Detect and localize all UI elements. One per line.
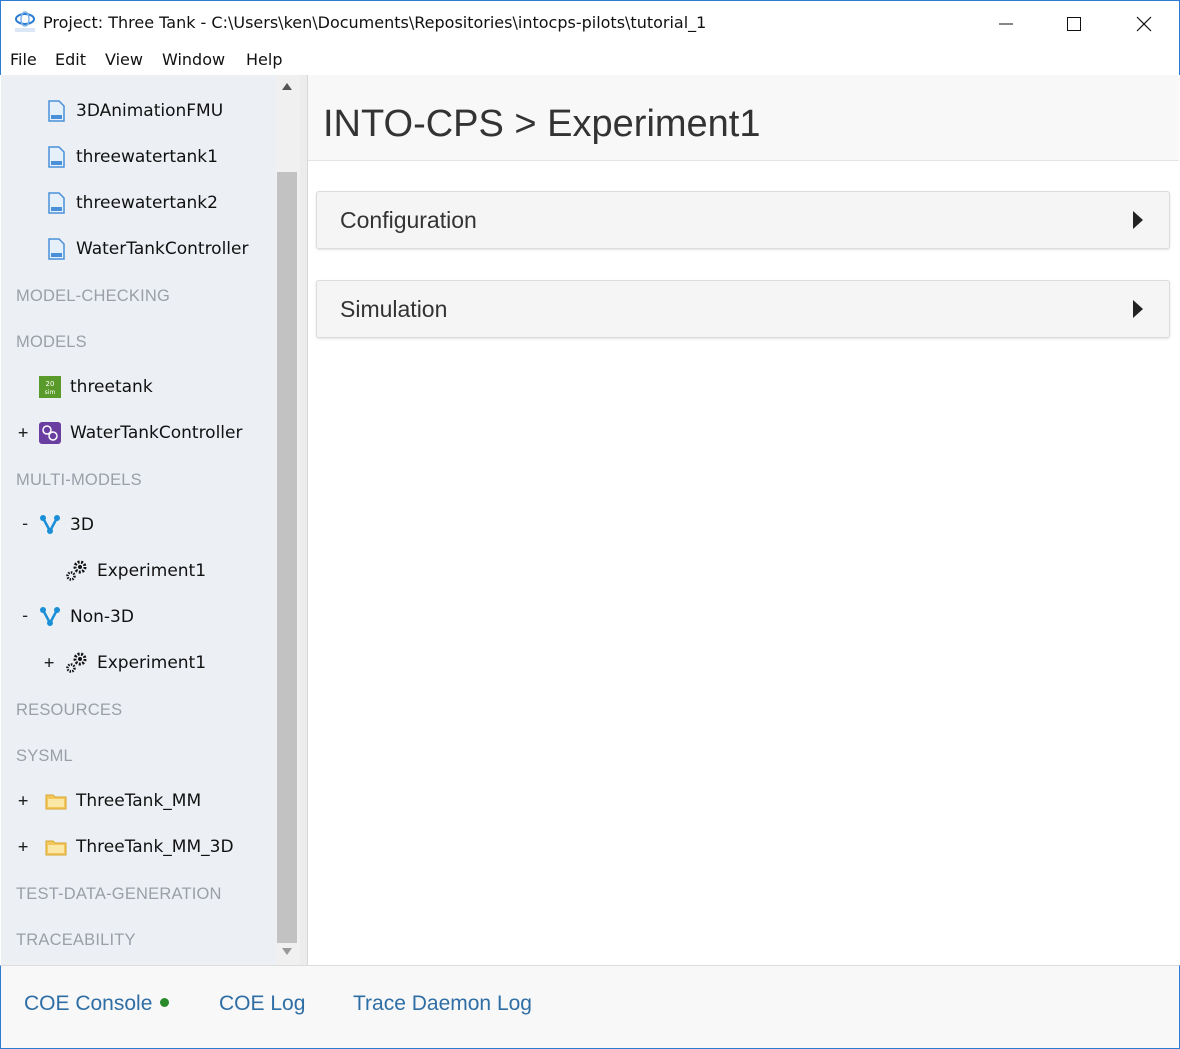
file-icon	[48, 238, 65, 260]
sidebar-scrollbar[interactable]	[276, 75, 300, 965]
folder-icon	[45, 840, 67, 856]
tree-item-label: ThreeTank_MM	[76, 791, 202, 811]
tree-item-multimodel[interactable]: 3D	[38, 510, 94, 540]
tree-item-label: threetank	[70, 377, 153, 397]
expand-toggle[interactable]: +	[18, 791, 28, 811]
file-icon	[48, 100, 65, 122]
menu-bar: File Edit View Window Help	[0, 45, 1180, 75]
expand-toggle[interactable]: +	[18, 423, 28, 443]
section-multi-models[interactable]: MULTI-MODELS	[16, 471, 142, 490]
main-content: INTO-CPS > Experiment1 Configuration Sim…	[308, 75, 1179, 965]
section-resources[interactable]: RESOURCES	[16, 701, 122, 720]
pane-splitter[interactable]	[300, 75, 308, 965]
tree-item-label: threewatertank2	[76, 193, 218, 213]
scroll-down-arrow-icon[interactable]	[282, 948, 292, 955]
section-test-data-generation[interactable]: TEST-DATA-GENERATION	[16, 885, 222, 904]
close-button[interactable]	[1121, 1, 1167, 46]
menu-help[interactable]: Help	[246, 50, 282, 69]
expand-arrow-icon[interactable]	[1133, 211, 1143, 229]
tree-item-label: ThreeTank_MM_3D	[76, 837, 234, 857]
expand-arrow-icon[interactable]	[1133, 300, 1143, 318]
coe-console-label: COE Console	[24, 992, 153, 1015]
tree-item-label: Non-3D	[70, 607, 134, 627]
svg-text:sim: sim	[45, 389, 56, 396]
maximize-button[interactable]	[1051, 1, 1097, 46]
tree-item-label: WaterTankController	[76, 239, 249, 259]
menu-edit[interactable]: Edit	[55, 50, 86, 69]
section-models[interactable]: MODELS	[16, 333, 87, 352]
tree-item-experiment[interactable]: Experiment1	[65, 648, 206, 678]
coe-log-link[interactable]: COE Log	[219, 992, 305, 1016]
trace-daemon-log-link[interactable]: Trace Daemon Log	[353, 992, 532, 1016]
tree-item-experiment[interactable]: Experiment1	[65, 556, 206, 586]
window-title: Project: Three Tank - C:\Users\ken\Docum…	[43, 13, 707, 32]
svg-text:20: 20	[46, 380, 55, 388]
file-icon	[48, 192, 65, 214]
menu-file[interactable]: File	[10, 50, 37, 69]
project-browser: 3DAnimationFMU threewatertank1 threewate…	[1, 75, 276, 965]
title-bar: Project: Three Tank - C:\Users\ken\Docum…	[0, 0, 1180, 45]
tree-item-fmu[interactable]: threewatertank1	[44, 142, 218, 172]
file-icon	[48, 146, 65, 168]
configuration-panel[interactable]: Configuration	[316, 191, 1170, 249]
expand-toggle[interactable]: +	[44, 653, 54, 673]
overture-icon	[39, 422, 61, 444]
menu-view[interactable]: View	[105, 50, 143, 69]
tree-item-fmu[interactable]: 3DAnimationFMU	[44, 96, 223, 126]
status-dot-icon	[160, 997, 170, 1007]
multimodel-icon	[40, 607, 60, 626]
panel-heading: Configuration	[340, 207, 477, 233]
tree-item-label: Experiment1	[97, 653, 207, 673]
maximize-icon	[1067, 16, 1081, 31]
tree-item-model[interactable]: 20 sim threetank	[38, 372, 153, 402]
folder-icon	[45, 794, 67, 810]
tree-item-sysml[interactable]: ThreeTank_MM_3D	[44, 832, 234, 862]
panel-heading: Simulation	[340, 296, 448, 322]
scroll-up-arrow-icon[interactable]	[282, 83, 292, 90]
multimodel-icon	[40, 515, 60, 534]
gears-icon	[66, 560, 87, 581]
tree-item-sysml[interactable]: ThreeTank_MM	[44, 786, 201, 816]
tree-item-multimodel[interactable]: Non-3D	[38, 602, 134, 632]
tree-item-label: threewatertank1	[76, 147, 218, 167]
tree-item-fmu[interactable]: threewatertank2	[44, 188, 218, 218]
main-header: INTO-CPS > Experiment1	[308, 75, 1179, 161]
simulation-panel[interactable]: Simulation	[316, 280, 1170, 338]
section-traceability[interactable]: TRACEABILITY	[16, 931, 136, 950]
tree-item-fmu[interactable]: WaterTankController	[44, 234, 248, 264]
minimize-button[interactable]	[983, 1, 1029, 46]
menu-window[interactable]: Window	[162, 50, 225, 69]
collapse-toggle[interactable]: -	[20, 514, 30, 534]
scroll-thumb[interactable]	[277, 172, 297, 943]
tree-item-model[interactable]: WaterTankController	[38, 418, 242, 448]
page-title: INTO-CPS > Experiment1	[323, 103, 761, 145]
collapse-toggle[interactable]: -	[20, 606, 30, 626]
into-cps-app-icon	[15, 11, 35, 32]
section-model-checking[interactable]: MODEL-CHECKING	[16, 287, 170, 306]
tree-item-label: WaterTankController	[70, 423, 243, 443]
gears-icon	[66, 652, 87, 673]
tree-item-label: 3D	[70, 515, 94, 535]
tree-item-label: Experiment1	[97, 561, 207, 581]
minimize-icon	[999, 23, 1013, 24]
section-sysml[interactable]: SYSML	[16, 747, 73, 766]
close-icon	[1136, 16, 1152, 31]
expand-toggle[interactable]: +	[18, 837, 28, 857]
20sim-icon: 20sim	[39, 376, 61, 398]
coe-console-link[interactable]: COE Console	[24, 992, 170, 1016]
tree-item-label: 3DAnimationFMU	[76, 101, 224, 121]
bottom-bar: COE Console COE Log Trace Daemon Log	[0, 965, 1180, 1049]
